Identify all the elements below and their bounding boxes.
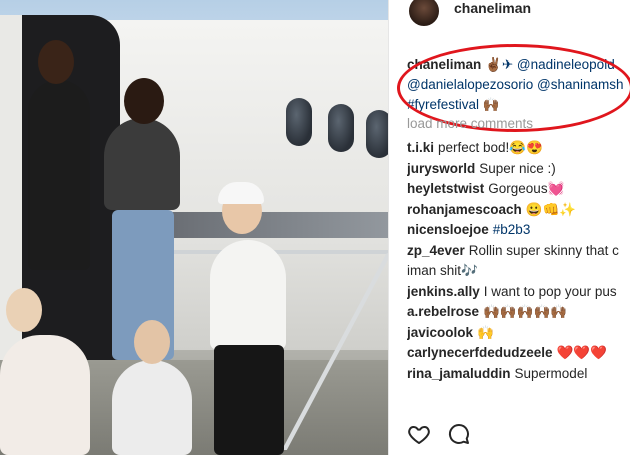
person-head <box>124 78 164 124</box>
comment-username[interactable]: jenkins.ally <box>407 284 480 299</box>
comment-item: rohanjamescoach 😀👊✨ <box>407 200 630 221</box>
comment-text: Gorgeous💓 <box>488 181 565 196</box>
comment-username[interactable]: nicensloejoe <box>407 222 489 237</box>
author-avatar[interactable] <box>407 0 441 28</box>
comment-username[interactable]: heyletstwist <box>407 181 484 196</box>
load-more-comments-link[interactable]: load more comments <box>407 116 533 131</box>
caption-line1-mentions[interactable]: ✌🏾✈ @nadineleopold <box>485 57 615 72</box>
comment-username[interactable]: rohanjamescoach <box>407 202 522 217</box>
comments-panel: chaneliman chaneliman ✌🏾✈ @nadineleopold… <box>388 0 630 455</box>
jet-stripe <box>170 212 388 238</box>
comment-hashtag[interactable]: #b2b3 <box>493 222 531 237</box>
comment-item: heyletstwist Gorgeous💓 <box>407 179 630 200</box>
comment-text: ❤️❤️❤️ <box>556 345 608 360</box>
person-head <box>6 288 42 332</box>
person-right-white-top <box>210 240 286 350</box>
jet-window <box>366 110 388 158</box>
comment-text: perfect bod!😂😍 <box>438 140 543 155</box>
comment-username[interactable]: t.i.ki <box>407 140 434 155</box>
comment-username[interactable]: zp_4ever <box>407 243 465 258</box>
comment-text: 🙌🏾🙌🏾🙌🏾🙌🏾🙌🏾 <box>483 304 568 319</box>
comment-username[interactable]: jurysworld <box>407 161 475 176</box>
caption-line2-mentions[interactable]: @danielalopezosorio @shaninamsh <box>407 75 630 95</box>
person-in-doorway <box>28 80 90 270</box>
person-center-top <box>104 118 180 210</box>
post-caption: chaneliman ✌🏾✈ @nadineleopold @danielalo… <box>407 55 630 115</box>
person-right-black-pants <box>214 345 284 455</box>
white-cap <box>218 182 264 204</box>
comment-text: I want to pop your pus <box>483 283 617 299</box>
caption-username[interactable]: chaneliman <box>407 57 481 72</box>
heart-icon[interactable] <box>407 422 431 446</box>
comment-item: carlynecerfdedudzeele ❤️❤️❤️ <box>407 343 630 364</box>
person-head <box>134 320 170 364</box>
comment-item: rina_jamaluddin Supermodel <box>407 364 630 385</box>
comment-item: nicensloejoe #b2b3 <box>407 220 630 241</box>
author-username[interactable]: chaneliman <box>454 0 531 16</box>
post-actions <box>407 420 471 448</box>
comment-item: a.rebelrose 🙌🏾🙌🏾🙌🏾🙌🏾🙌🏾 <box>407 302 630 323</box>
comment-username[interactable]: javicoolok <box>407 325 473 340</box>
comment-item: jenkins.ally I want to pop your pus <box>407 282 630 303</box>
comment-username[interactable]: a.rebelrose <box>407 304 479 319</box>
comment-item: zp_4ever Rollin super skinny that c iman … <box>407 241 630 282</box>
comment-text: 😀👊✨ <box>525 201 577 217</box>
comment-username[interactable]: rina_jamaluddin <box>407 366 511 381</box>
jet-window <box>286 98 312 146</box>
comment-text: Super nice :) <box>479 160 556 176</box>
person-left-blonde-tee <box>0 335 90 455</box>
comment-username[interactable]: carlynecerfdedudzeele <box>407 345 553 360</box>
jet-window <box>328 104 354 152</box>
comment-bubble-icon[interactable] <box>447 422 471 446</box>
person-front-white-top <box>112 360 192 455</box>
comment-item: t.i.ki perfect bod!😂😍 <box>407 138 630 159</box>
comment-item: javicoolok 🙌 <box>407 323 630 344</box>
comment-text: Supermodel <box>514 365 588 381</box>
comment-text: 🙌 <box>477 324 494 340</box>
comment-item: jurysworld Super nice :) <box>407 159 630 180</box>
comments-list: t.i.ki perfect bod!😂😍 jurysworld Super nic… <box>407 138 630 384</box>
person-head <box>38 40 74 84</box>
post-photo[interactable] <box>0 0 388 455</box>
caption-hashtag[interactable]: #fyrefestival 🙌🏾 <box>407 95 630 115</box>
